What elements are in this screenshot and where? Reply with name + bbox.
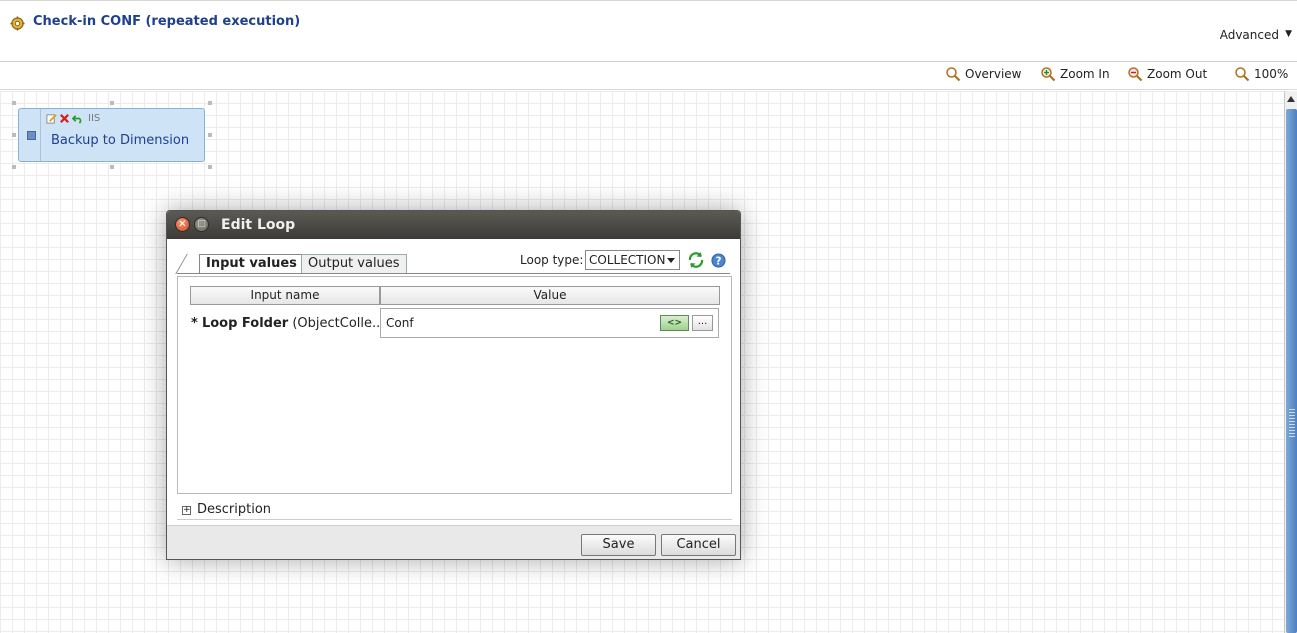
input-values-panel: Input name Value * Loop Folder (ObjectCo… bbox=[177, 276, 732, 494]
toolbar: Overview Zoom In Zoom Out 100% bbox=[0, 62, 1297, 90]
expand-plus-icon[interactable]: + bbox=[182, 506, 191, 515]
save-button[interactable]: Save bbox=[581, 534, 656, 556]
input-type: (ObjectColle... bbox=[292, 316, 385, 331]
edit-loop-dialog: ✕ □ Edit Loop Input values Output values… bbox=[166, 210, 741, 560]
input-name: Loop Folder bbox=[201, 316, 289, 331]
maximize-icon[interactable]: □ bbox=[194, 217, 209, 232]
expression-button[interactable]: <> bbox=[660, 315, 689, 331]
overview-label: Overview bbox=[965, 67, 1022, 81]
loop-type-select[interactable]: COLLECTION bbox=[585, 250, 680, 270]
dialog-footer: Save Cancel bbox=[167, 525, 740, 559]
workflow-item-icon bbox=[27, 131, 36, 140]
close-icon[interactable]: ✕ bbox=[175, 217, 190, 232]
required-marker: * bbox=[191, 316, 198, 331]
workflow-node[interactable]: IIS Backup to Dimension bbox=[18, 108, 205, 162]
refresh-icon[interactable] bbox=[687, 251, 705, 269]
edit-icon[interactable] bbox=[46, 113, 57, 124]
selection-handle[interactable] bbox=[208, 133, 212, 137]
zoom-in-button[interactable]: Zoom In bbox=[1040, 66, 1110, 82]
vertical-scrollbar[interactable] bbox=[1284, 91, 1297, 633]
tab-divider bbox=[177, 273, 730, 274]
tab-output-values[interactable]: Output values bbox=[301, 254, 407, 273]
selection-handle[interactable] bbox=[12, 101, 16, 105]
input-row-label: * Loop Folder (ObjectColle... bbox=[191, 316, 384, 331]
loop-folder-value: Conf bbox=[386, 316, 414, 330]
advanced-menu[interactable]: Advanced bbox=[1220, 28, 1279, 42]
zoom-out-button[interactable]: Zoom Out bbox=[1127, 66, 1207, 82]
selection-handle[interactable] bbox=[110, 101, 114, 105]
zoom-in-label: Zoom In bbox=[1060, 67, 1110, 81]
dialog-title: Edit Loop bbox=[221, 217, 296, 233]
zoom-level-label: 100% bbox=[1254, 67, 1289, 81]
page-title: Check-in CONF (repeated execution) bbox=[33, 14, 301, 29]
zoom-out-label: Zoom Out bbox=[1147, 67, 1208, 81]
delete-icon[interactable] bbox=[59, 113, 70, 124]
loop-type-value: COLLECTION bbox=[589, 253, 666, 267]
selection-handle[interactable] bbox=[12, 165, 16, 169]
browse-button[interactable]: ... bbox=[692, 315, 713, 331]
loop-folder-value-field[interactable]: Conf <> ... bbox=[380, 308, 719, 338]
zoom-out-icon bbox=[1128, 67, 1143, 82]
selection-handle[interactable] bbox=[110, 165, 114, 169]
node-tag: IIS bbox=[88, 113, 101, 124]
description-divider bbox=[177, 519, 732, 520]
dialog-titlebar[interactable]: ✕ □ Edit Loop bbox=[167, 211, 740, 239]
column-header-input-name[interactable]: Input name bbox=[190, 286, 380, 305]
undo-icon[interactable] bbox=[72, 113, 83, 124]
column-header-value[interactable]: Value bbox=[380, 286, 720, 305]
tab-input-values[interactable]: Input values bbox=[199, 254, 304, 274]
scroll-grip-icon bbox=[1289, 409, 1295, 439]
description-toggle[interactable]: Description bbox=[197, 502, 271, 517]
node-label: Backup to Dimension bbox=[51, 133, 190, 148]
zoom-level-button[interactable]: 100% bbox=[1234, 66, 1288, 82]
selection-handle[interactable] bbox=[12, 133, 16, 137]
loop-type-label: Loop type: bbox=[520, 253, 584, 267]
magnifier-icon bbox=[1235, 67, 1250, 82]
chevron-down-icon bbox=[667, 258, 675, 263]
header: Check-in CONF (repeated execution) Advan… bbox=[0, 0, 1297, 62]
scrollbar-thumb[interactable] bbox=[1286, 109, 1297, 633]
selection-handle[interactable] bbox=[208, 101, 212, 105]
scroll-up-icon[interactable] bbox=[1287, 96, 1295, 102]
help-icon[interactable]: ? bbox=[711, 253, 726, 268]
magnifier-icon bbox=[946, 67, 961, 82]
overview-button[interactable]: Overview bbox=[945, 66, 1022, 82]
gear-icon bbox=[10, 16, 25, 31]
cancel-button[interactable]: Cancel bbox=[661, 534, 736, 556]
caret-down-icon[interactable]: ▼ bbox=[1285, 29, 1292, 39]
zoom-in-icon bbox=[1041, 67, 1056, 82]
selection-handle[interactable] bbox=[208, 165, 212, 169]
node-sidebar bbox=[19, 109, 41, 161]
svg-text:?: ? bbox=[716, 255, 722, 267]
tab-edge bbox=[175, 254, 197, 274]
node-actions: IIS bbox=[46, 113, 100, 124]
